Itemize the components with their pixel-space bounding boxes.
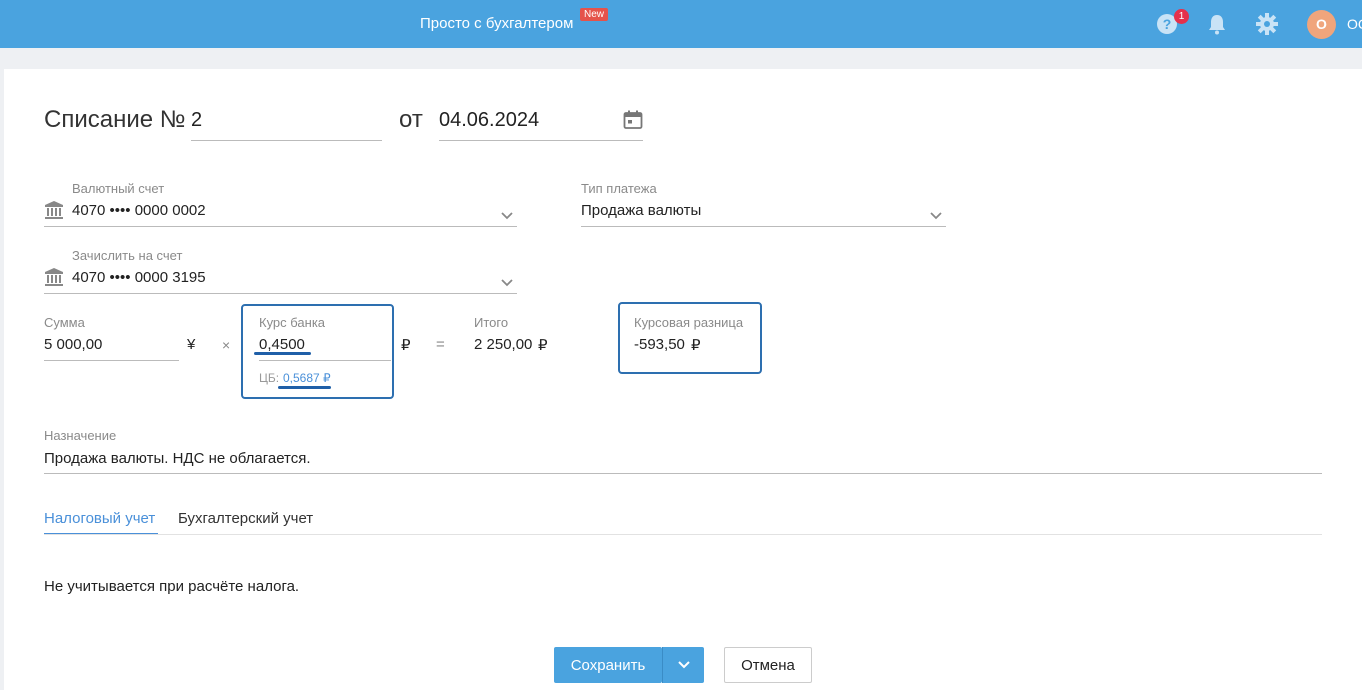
amount-input[interactable]: 5 000,00 [44,336,102,353]
bell-icon[interactable] [1205,12,1229,36]
document-number-input[interactable]: 2 [191,109,202,132]
cb-rate-prefix: ЦБ: [259,371,280,385]
cancel-button-label: Отмена [741,656,795,674]
chevron-down-icon [677,661,690,669]
payment-type-underline [581,226,946,227]
currency-account-underline [44,226,517,227]
purpose-input[interactable]: Продажа валюты. НДС не облагается. [44,450,311,467]
tab-bookkeeping[interactable]: Бухгалтерский учет [178,510,313,527]
cb-rate-link[interactable]: 0,5687 ₽ [283,371,331,385]
currency-account-select[interactable]: 4070 •••• 0000 0002 [72,202,206,219]
document-card: Списание № 2 от 04.06.2024 Валютный счет… [4,69,1362,690]
amount-label: Сумма [44,315,85,330]
bank-icon [44,267,64,287]
save-button[interactable]: Сохранить [554,647,662,683]
date-prefix: от [399,106,423,133]
promo-link[interactable]: Просто с бухгалтером [420,15,573,32]
amount-currency: ¥ [187,336,196,353]
cb-rate-emphasis-underline [278,386,331,389]
purpose-underline [44,473,1322,474]
currency-account-label: Валютный счет [72,181,165,196]
bank-rate-label: Курс банка [259,315,326,330]
help-count-badge: 1 [1174,9,1189,24]
tax-note: Не учитывается при расчёте налога. [44,578,300,595]
new-badge: New [580,8,609,21]
purpose-label: Назначение [44,428,117,443]
total-value: 2 250,00 [474,336,533,353]
gear-icon[interactable] [1255,12,1279,36]
total-currency: ₽ [538,337,548,354]
save-button-label: Сохранить [570,656,646,674]
svg-text:?: ? [1163,16,1172,32]
bank-rate-emphasis-underline [254,352,311,355]
document-number-underline [191,140,382,141]
equals-sign: = [436,336,445,353]
calendar-icon[interactable] [623,110,643,135]
total-label: Итого [474,315,509,330]
avatar[interactable]: О [1307,10,1336,39]
user-name[interactable]: ОС [1347,16,1362,32]
date-underline [439,140,643,141]
multiply-sign: × [222,337,231,353]
date-input[interactable]: 04.06.2024 [439,109,539,132]
amount-underline [44,360,179,361]
payment-type-label: Тип платежа [581,181,657,196]
exchange-difference-value: -593,50 [634,336,685,353]
bank-rate-underline [259,360,391,361]
chevron-down-icon[interactable] [930,207,942,220]
credit-account-underline [44,293,517,294]
credit-account-select[interactable]: 4070 •••• 0000 3195 [72,269,206,286]
payment-type-select[interactable]: Продажа валюты [581,202,701,219]
exchange-difference-label: Курсовая разница [634,315,744,330]
bank-rate-input[interactable]: 0,4500 [259,336,305,353]
cancel-button[interactable]: Отмена [724,647,812,683]
save-options-button[interactable] [662,647,704,683]
credit-account-label: Зачислить на счет [72,248,183,263]
tab-tax-accounting[interactable]: Налоговый учет [44,510,155,527]
bank-icon [44,200,64,220]
tabs-divider [44,534,1322,535]
chevron-down-icon[interactable] [501,274,513,287]
top-bar: Просто с бухгалтером New ? 1 О ОС [0,0,1362,48]
chevron-down-icon[interactable] [501,207,513,220]
rate-currency: ₽ [401,337,411,354]
page-title: Списание № [44,106,186,133]
exchange-difference-currency: ₽ [691,337,701,354]
